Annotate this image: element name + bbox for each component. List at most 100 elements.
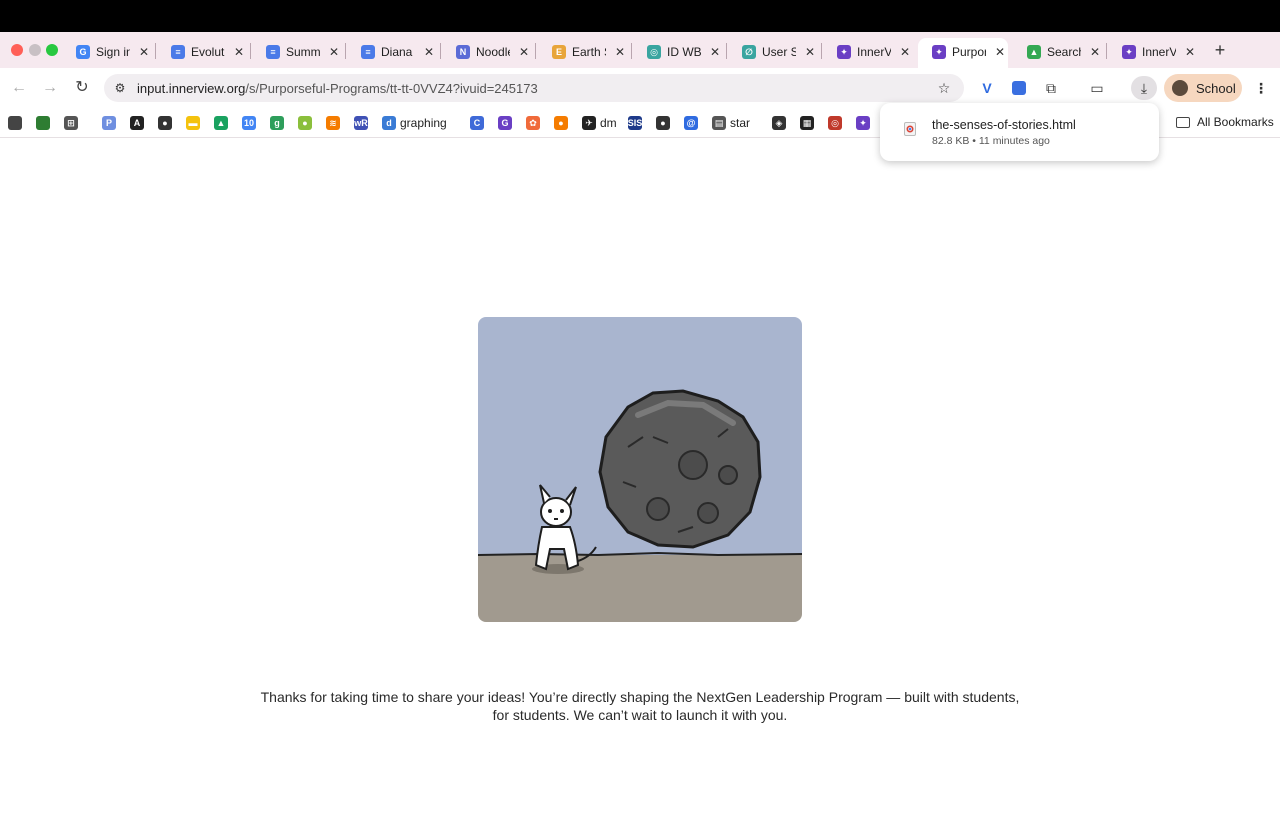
bookmark-item[interactable]: ● bbox=[554, 115, 568, 131]
browser-tab[interactable]: ▲ Search ✕ bbox=[1027, 40, 1103, 64]
bookmark-item[interactable]: ▤ star bbox=[712, 115, 750, 131]
site-info-icon[interactable]: ⚙ bbox=[110, 78, 130, 98]
bookmark-favicon-icon bbox=[8, 116, 22, 130]
bookmark-favicon-icon: ✦ bbox=[856, 116, 870, 130]
bookmark-item[interactable]: ◈ bbox=[772, 115, 786, 131]
browser-tab[interactable]: ≡ Evoluti ✕ bbox=[171, 40, 247, 64]
extensions-puzzle-icon[interactable]: ⧉ bbox=[1041, 78, 1061, 98]
bookmark-favicon-icon: ▲ bbox=[214, 116, 228, 130]
tab-title: InnerV bbox=[1142, 45, 1176, 59]
browser-menu-icon[interactable]: ⋮ bbox=[1251, 78, 1271, 98]
tab-favicon-icon: ≡ bbox=[171, 45, 185, 59]
bookmark-favicon-icon: 10 bbox=[242, 116, 256, 130]
bookmark-item[interactable]: ▬ bbox=[186, 115, 200, 131]
tab-title: Search bbox=[1047, 45, 1081, 59]
browser-tab[interactable]: ✦ InnerV ✕ bbox=[1122, 40, 1198, 64]
bookmark-item[interactable]: ● bbox=[158, 115, 172, 131]
bookmark-favicon-icon: ● bbox=[298, 116, 312, 130]
bookmark-item[interactable]: P bbox=[102, 115, 116, 131]
close-tab-icon[interactable]: ✕ bbox=[897, 44, 913, 60]
close-tab-icon[interactable]: ✕ bbox=[707, 44, 723, 60]
close-tab-icon[interactable]: ✕ bbox=[516, 44, 532, 60]
close-tab-icon[interactable]: ✕ bbox=[612, 44, 628, 60]
bookmark-item[interactable]: G bbox=[498, 115, 512, 131]
bookmark-favicon-icon: A bbox=[130, 116, 144, 130]
bookmark-favicon-icon: ▬ bbox=[186, 116, 200, 130]
browser-tab[interactable]: ≡ Summ ✕ bbox=[266, 40, 342, 64]
bookmark-star-icon[interactable]: ☆ bbox=[934, 78, 954, 98]
bookmark-favicon-icon bbox=[36, 116, 50, 130]
browser-tab[interactable]: E Earth S ✕ bbox=[552, 40, 628, 64]
tab-separator bbox=[1106, 43, 1107, 59]
browser-tab[interactable]: ∅ User S ✕ bbox=[742, 40, 818, 64]
minimize-window-button[interactable] bbox=[29, 44, 41, 56]
bookmark-favicon-icon: ◎ bbox=[828, 116, 842, 130]
boulder bbox=[598, 389, 762, 549]
bookmark-item[interactable]: @ bbox=[684, 115, 698, 131]
zoom-window-button[interactable] bbox=[46, 44, 58, 56]
bookmark-item[interactable]: ◎ bbox=[828, 115, 842, 131]
bookmark-item[interactable]: SIS bbox=[628, 115, 642, 131]
close-tab-icon[interactable]: ✕ bbox=[231, 44, 247, 60]
bookmark-item[interactable]: ✦ bbox=[856, 115, 870, 131]
tab-favicon-icon: N bbox=[456, 45, 470, 59]
macos-menu-bar bbox=[0, 0, 1280, 32]
close-window-button[interactable] bbox=[11, 44, 23, 56]
boulder-illustration bbox=[478, 317, 802, 622]
url-text[interactable]: input.innerview.org/s/Purporseful-Progra… bbox=[137, 81, 538, 96]
forward-button[interactable]: → bbox=[40, 78, 60, 98]
bookmark-item[interactable]: ● bbox=[298, 115, 312, 131]
bookmark-item[interactable]: C bbox=[470, 115, 484, 131]
close-tab-icon[interactable]: ✕ bbox=[1182, 44, 1198, 60]
browser-tab[interactable]: ≡ Diana ✕ bbox=[361, 40, 437, 64]
new-tab-button[interactable]: + bbox=[1210, 40, 1230, 60]
bookmark-favicon-icon: ● bbox=[158, 116, 172, 130]
tab-separator bbox=[631, 43, 632, 59]
tab-title: Evoluti bbox=[191, 45, 225, 59]
close-tab-icon[interactable]: ✕ bbox=[1087, 44, 1103, 60]
profile-button[interactable]: School bbox=[1164, 74, 1242, 102]
bookmark-item[interactable] bbox=[8, 115, 22, 131]
download-filename[interactable]: the-senses-of-stories.html bbox=[932, 118, 1076, 132]
reload-button[interactable]: ↻ bbox=[72, 78, 92, 98]
bookmark-item[interactable]: A bbox=[130, 115, 144, 131]
browser-tab[interactable]: ✦ InnerV ✕ bbox=[837, 40, 913, 64]
bookmark-item[interactable] bbox=[36, 115, 50, 131]
bookmark-item[interactable]: g bbox=[270, 115, 284, 131]
bookmark-item[interactable]: ⊞ bbox=[64, 115, 78, 131]
browser-tab[interactable]: N Noodle ✕ bbox=[456, 40, 532, 64]
download-bubble[interactable] bbox=[880, 103, 1159, 161]
close-tab-icon[interactable]: ✕ bbox=[136, 44, 152, 60]
bookmark-item[interactable]: ● bbox=[656, 115, 670, 131]
back-button[interactable]: ← bbox=[9, 78, 29, 98]
bookmark-favicon-icon: ◈ bbox=[772, 116, 786, 130]
browser-tab[interactable]: ◎ ID WB ✕ bbox=[647, 40, 723, 64]
reading-mode-icon[interactable]: ▭ bbox=[1087, 78, 1107, 98]
close-tab-icon[interactable]: ✕ bbox=[802, 44, 818, 60]
close-tab-icon[interactable]: ✕ bbox=[326, 44, 342, 60]
extension-v-icon[interactable]: V bbox=[977, 78, 997, 98]
all-bookmarks-button[interactable]: All Bookmarks bbox=[1176, 115, 1274, 129]
download-meta: 82.8 KB • 11 minutes ago bbox=[932, 135, 1050, 147]
bookmark-item[interactable]: 10 bbox=[242, 115, 256, 131]
bookmark-item[interactable]: ▦ bbox=[800, 115, 814, 131]
tab-separator bbox=[250, 43, 251, 59]
bookmark-item[interactable]: d graphing bbox=[382, 115, 447, 131]
tab-favicon-icon: ≡ bbox=[361, 45, 375, 59]
bookmark-item[interactable]: ✿ bbox=[526, 115, 540, 131]
bookmark-item[interactable]: ✈ dm bbox=[582, 115, 617, 131]
bookmark-item[interactable]: wR bbox=[354, 115, 368, 131]
close-tab-icon[interactable]: ✕ bbox=[421, 44, 437, 60]
bookmark-item[interactable]: ▲ bbox=[214, 115, 228, 131]
tab-favicon-icon: ▲ bbox=[1027, 45, 1041, 59]
bookmark-item[interactable]: ≋ bbox=[326, 115, 340, 131]
browser-tab[interactable]: G Sign in ✕ bbox=[76, 40, 152, 64]
extension-gear-icon[interactable] bbox=[1009, 78, 1029, 98]
close-tab-icon[interactable]: ✕ bbox=[992, 44, 1008, 60]
tab-separator bbox=[345, 43, 346, 59]
bookmark-favicon-icon: ≋ bbox=[326, 116, 340, 130]
tab-favicon-icon: ≡ bbox=[266, 45, 280, 59]
download-icon[interactable]: ⤓ bbox=[1131, 76, 1157, 100]
tab-favicon-icon: ✦ bbox=[837, 45, 851, 59]
browser-tab[interactable]: ✦ Purpor ✕ bbox=[932, 40, 1008, 64]
